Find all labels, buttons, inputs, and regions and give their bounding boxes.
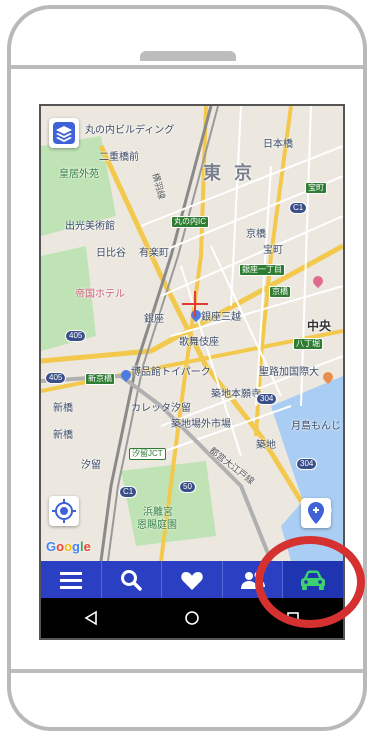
label-yurakucho: 有楽町 bbox=[139, 248, 169, 259]
label-kokyo-gaien: 皇居外苑 bbox=[59, 169, 99, 180]
label-hamarikyu: 浜離宮 bbox=[143, 507, 173, 518]
label-shimbashi: 新橋 bbox=[53, 403, 73, 414]
phone-top-divider bbox=[11, 65, 363, 69]
label-caretta: カレッタ汐留 bbox=[131, 403, 191, 414]
label-shiodome: 汐留 bbox=[81, 460, 101, 471]
location-pin-add-icon bbox=[308, 502, 324, 524]
search-icon bbox=[121, 569, 143, 591]
label-hibiya: 日比谷 bbox=[96, 248, 126, 259]
search-button[interactable] bbox=[102, 561, 163, 598]
label-seiroka: 聖路加国際大 bbox=[259, 367, 319, 378]
phone-bottom-divider bbox=[11, 669, 363, 673]
route-c1-a: C1 bbox=[119, 486, 138, 498]
label-park-tower: 博品館トイパーク bbox=[131, 367, 211, 378]
label-shinbashi2: 新橋 bbox=[53, 430, 73, 441]
label-marunouchi-bldg: 丸の内ビルディング bbox=[85, 125, 175, 136]
highlight-circle-annotation bbox=[255, 536, 365, 628]
label-kyobashi-top: 京橋 bbox=[246, 229, 266, 240]
label-tsukiji-market: 築地場外市場 bbox=[171, 419, 231, 430]
label-chuo: 中央 bbox=[307, 319, 332, 333]
favorites-button[interactable] bbox=[162, 561, 223, 598]
label-tsukishima: 月島もんじ bbox=[291, 421, 341, 432]
back-triangle-icon bbox=[84, 610, 98, 626]
badge-ginza-itchome: 銀座一丁目 bbox=[239, 264, 285, 276]
add-pin-button[interactable] bbox=[301, 498, 331, 528]
map-view[interactable]: 丸の内ビルディング 二重橋前 皇居外苑 東 京 横羽線 日本橋 宝町 丸の内IC… bbox=[41, 106, 343, 561]
gps-target-icon bbox=[52, 499, 76, 523]
route-304-b: 304 bbox=[296, 458, 318, 470]
back-button[interactable] bbox=[71, 603, 111, 633]
label-ginza: 銀座 bbox=[144, 314, 164, 325]
badge-takaracho: 宝町 bbox=[305, 182, 327, 194]
label-imperial-hotel: 帝国ホテル bbox=[75, 289, 125, 300]
label-tsukiji-honganji: 築地本願寺 bbox=[211, 389, 261, 400]
route-50: 50 bbox=[179, 481, 196, 493]
route-405-a: 405 bbox=[45, 372, 67, 384]
label-kabukiza: 歌舞伎座 bbox=[179, 337, 219, 348]
heart-icon bbox=[181, 571, 203, 590]
label-idemitsu: 出光美術館 bbox=[65, 221, 115, 232]
map-layers-button[interactable] bbox=[49, 118, 79, 148]
badge-marunouchi-ic: 丸の内IC bbox=[171, 216, 209, 228]
badge-kyobashi2: 京橋 bbox=[269, 286, 291, 298]
badge-hatchobori: 八丁堀 bbox=[293, 338, 323, 350]
label-tsukiji: 築地 bbox=[256, 440, 276, 451]
google-logo: Google bbox=[46, 539, 91, 554]
badge-shinkyo: 新京橋 bbox=[85, 373, 115, 385]
label-takaracho2: 宝町 bbox=[263, 245, 283, 256]
map-center-crosshair bbox=[182, 291, 208, 317]
phone-speaker bbox=[140, 51, 236, 61]
home-button[interactable] bbox=[172, 603, 212, 633]
label-nijubashimae: 二重橋前 bbox=[99, 152, 139, 163]
badge-shiodome-jct: 汐留JCT bbox=[129, 448, 166, 460]
my-location-button[interactable] bbox=[49, 496, 79, 526]
menu-button[interactable] bbox=[41, 561, 102, 598]
route-c1-b: C1 bbox=[289, 202, 308, 214]
label-hamarikyu-garden: 恩賜庭園 bbox=[137, 520, 177, 531]
home-circle-icon bbox=[185, 611, 199, 625]
label-nihonbashi: 日本橋 bbox=[263, 139, 293, 150]
route-405-b: 405 bbox=[65, 330, 87, 342]
label-tokyo: 東 京 bbox=[203, 163, 257, 183]
route-304-a: 304 bbox=[256, 393, 278, 405]
menu-icon bbox=[59, 571, 82, 589]
layers-icon bbox=[53, 122, 75, 144]
